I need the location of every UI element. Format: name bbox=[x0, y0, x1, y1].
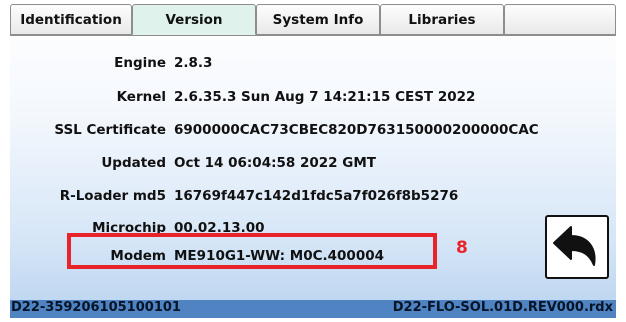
back-arrow-icon bbox=[553, 226, 596, 266]
info-label: Updated bbox=[101, 155, 166, 171]
info-row-updated: Updated Oct 14 06:04:58 2022 GMT bbox=[10, 152, 616, 176]
device-id: D22-359206105100101 bbox=[11, 300, 181, 315]
info-label: SSL Certificate bbox=[54, 122, 166, 138]
tab-label: System Info bbox=[272, 11, 364, 28]
tab-libraries[interactable]: Libraries bbox=[380, 4, 504, 35]
annotation-number: 8 bbox=[456, 238, 468, 258]
tab-identification[interactable]: Identification bbox=[10, 4, 132, 35]
info-value: 6900000CAC73CBEC820D763150000200000CAC bbox=[174, 122, 539, 138]
info-value: 2.8.3 bbox=[174, 55, 213, 71]
back-button[interactable] bbox=[545, 215, 609, 279]
info-value: 16769f447c142d1fdc5a7f026f8b5276 bbox=[174, 188, 459, 204]
info-value: 2.6.35.3 Sun Aug 7 14:21:15 CEST 2022 bbox=[174, 89, 476, 105]
info-row-r-loader-md5: R-Loader md5 16769f447c142d1fdc5a7f026f8… bbox=[10, 185, 616, 209]
tab-version[interactable]: Version bbox=[132, 4, 256, 35]
info-label: Kernel bbox=[116, 89, 166, 105]
firmware-file: D22-FLO-SOL.01D.REV000.rdx bbox=[392, 300, 613, 315]
version-window: Identification Version System Info Libra… bbox=[10, 2, 616, 318]
tab-label: Identification bbox=[20, 11, 122, 28]
modem-highlight-box bbox=[67, 233, 437, 269]
info-row-engine: Engine 2.8.3 bbox=[10, 52, 616, 76]
tab-label: Libraries bbox=[408, 11, 476, 28]
info-row-ssl-certificate: SSL Certificate 6900000CAC73CBEC820D7631… bbox=[10, 119, 616, 143]
tab-divider bbox=[10, 35, 616, 36]
info-label: R-Loader md5 bbox=[59, 188, 166, 204]
info-value: Oct 14 06:04:58 2022 GMT bbox=[174, 155, 376, 171]
tab-label: Version bbox=[165, 11, 223, 28]
tab-system-info[interactable]: System Info bbox=[256, 4, 380, 35]
info-row-kernel: Kernel 2.6.35.3 Sun Aug 7 14:21:15 CEST … bbox=[10, 86, 616, 110]
info-label: Engine bbox=[114, 55, 166, 71]
status-bar: D22-359206105100101 D22-FLO-SOL.01D.REV0… bbox=[10, 300, 616, 318]
tab-empty bbox=[504, 4, 616, 35]
tab-bar: Identification Version System Info Libra… bbox=[10, 2, 616, 38]
